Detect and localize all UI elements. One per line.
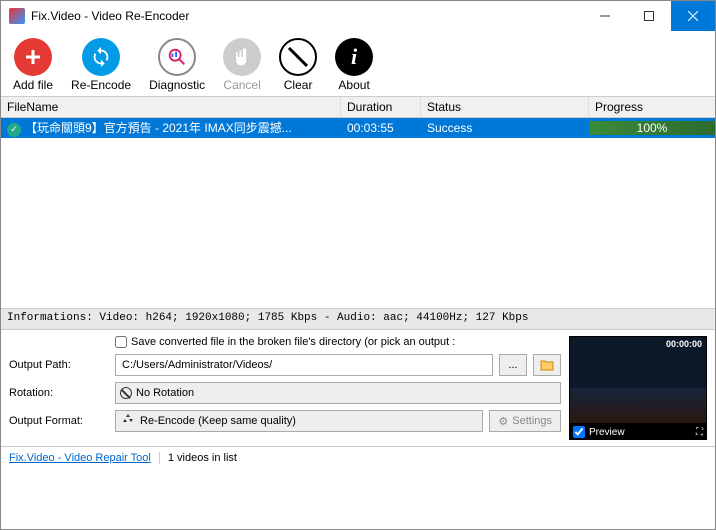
file-list[interactable]: ✓【玩命關頭9】官方預告 - 2021年 IMAX同步震撼... 00:03:5… <box>1 118 715 308</box>
status-count: 1 videos in list <box>160 452 245 464</box>
settings-button: ⚙Settings <box>489 410 561 432</box>
output-path-input[interactable]: C:/Users/Administrator/Videos/ <box>115 354 493 376</box>
header-status[interactable]: Status <box>421 97 589 117</box>
options-panel: Save converted file in the broken file's… <box>1 330 715 446</box>
refresh-icon <box>82 38 120 76</box>
header-filename[interactable]: FileName <box>1 97 341 117</box>
no-entry-icon <box>279 38 317 76</box>
header-progress[interactable]: Progress <box>589 97 715 117</box>
re-encode-button[interactable]: Re-Encode <box>71 38 131 92</box>
expand-icon[interactable]: ⛶ <box>696 427 703 438</box>
format-select[interactable]: Re-Encode (Keep same quality) <box>115 410 483 432</box>
re-encode-label: Re-Encode <box>71 78 131 92</box>
open-folder-button[interactable] <box>533 354 561 376</box>
cell-duration: 00:03:55 <box>341 119 421 137</box>
gear-icon: ⚙ <box>498 415 508 428</box>
titlebar: Fix.Video - Video Re-Encoder <box>1 1 715 31</box>
close-button[interactable] <box>671 1 715 31</box>
preview-checkbox[interactable] <box>573 426 585 438</box>
table-row[interactable]: ✓【玩命關頭9】官方預告 - 2021年 IMAX同步震撼... 00:03:5… <box>1 118 715 138</box>
info-bar: Informations: Video: h264; 1920x1080; 17… <box>1 308 715 330</box>
preview-image[interactable]: 00:00:00 <box>569 336 707 424</box>
window-title: Fix.Video - Video Re-Encoder <box>31 9 583 23</box>
save-in-dir-label: Save converted file in the broken file's… <box>131 336 455 348</box>
maximize-button[interactable] <box>627 1 671 31</box>
browse-button[interactable]: ... <box>499 354 527 376</box>
clear-label: Clear <box>284 78 313 92</box>
add-file-label: Add file <box>13 78 53 92</box>
plus-icon <box>14 38 52 76</box>
cell-progress: 100% <box>589 121 715 135</box>
hand-icon <box>223 38 261 76</box>
statusbar: Fix.Video - Video Repair Tool 1 videos i… <box>1 446 715 468</box>
diagnostic-label: Diagnostic <box>149 78 205 92</box>
about-label: About <box>338 78 369 92</box>
save-in-dir-checkbox[interactable] <box>115 336 127 348</box>
clear-button[interactable]: Clear <box>279 38 317 92</box>
cell-filename: ✓【玩命關頭9】官方預告 - 2021年 IMAX同步震撼... <box>1 118 341 139</box>
recycle-icon <box>120 412 136 431</box>
output-path-label: Output Path: <box>9 359 109 371</box>
preview-timestamp: 00:00:00 <box>666 339 702 349</box>
check-icon: ✓ <box>7 123 21 137</box>
no-rotation-icon <box>120 387 132 399</box>
minimize-button[interactable] <box>583 1 627 31</box>
info-icon: i <box>335 38 373 76</box>
header-duration[interactable]: Duration <box>341 97 421 117</box>
cell-status: Success <box>421 119 589 137</box>
preview-panel: 00:00:00 Preview ⛶ <box>569 336 707 440</box>
status-link[interactable]: Fix.Video - Video Repair Tool <box>1 452 160 464</box>
cancel-button: Cancel <box>223 38 261 92</box>
preview-scene <box>570 388 706 423</box>
about-button[interactable]: i About <box>335 38 373 92</box>
cancel-label: Cancel <box>223 78 260 92</box>
app-icon <box>9 8 25 24</box>
add-file-button[interactable]: Add file <box>13 38 53 92</box>
column-headers: FileName Duration Status Progress <box>1 96 715 118</box>
diagnostic-icon <box>158 38 196 76</box>
preview-label: Preview <box>589 427 625 438</box>
diagnostic-button[interactable]: Diagnostic <box>149 38 205 92</box>
rotation-label: Rotation: <box>9 387 109 399</box>
format-label: Output Format: <box>9 415 109 427</box>
toolbar: Add file Re-Encode Diagnostic Cancel Cle… <box>1 31 715 96</box>
rotation-select[interactable]: No Rotation <box>115 382 561 404</box>
